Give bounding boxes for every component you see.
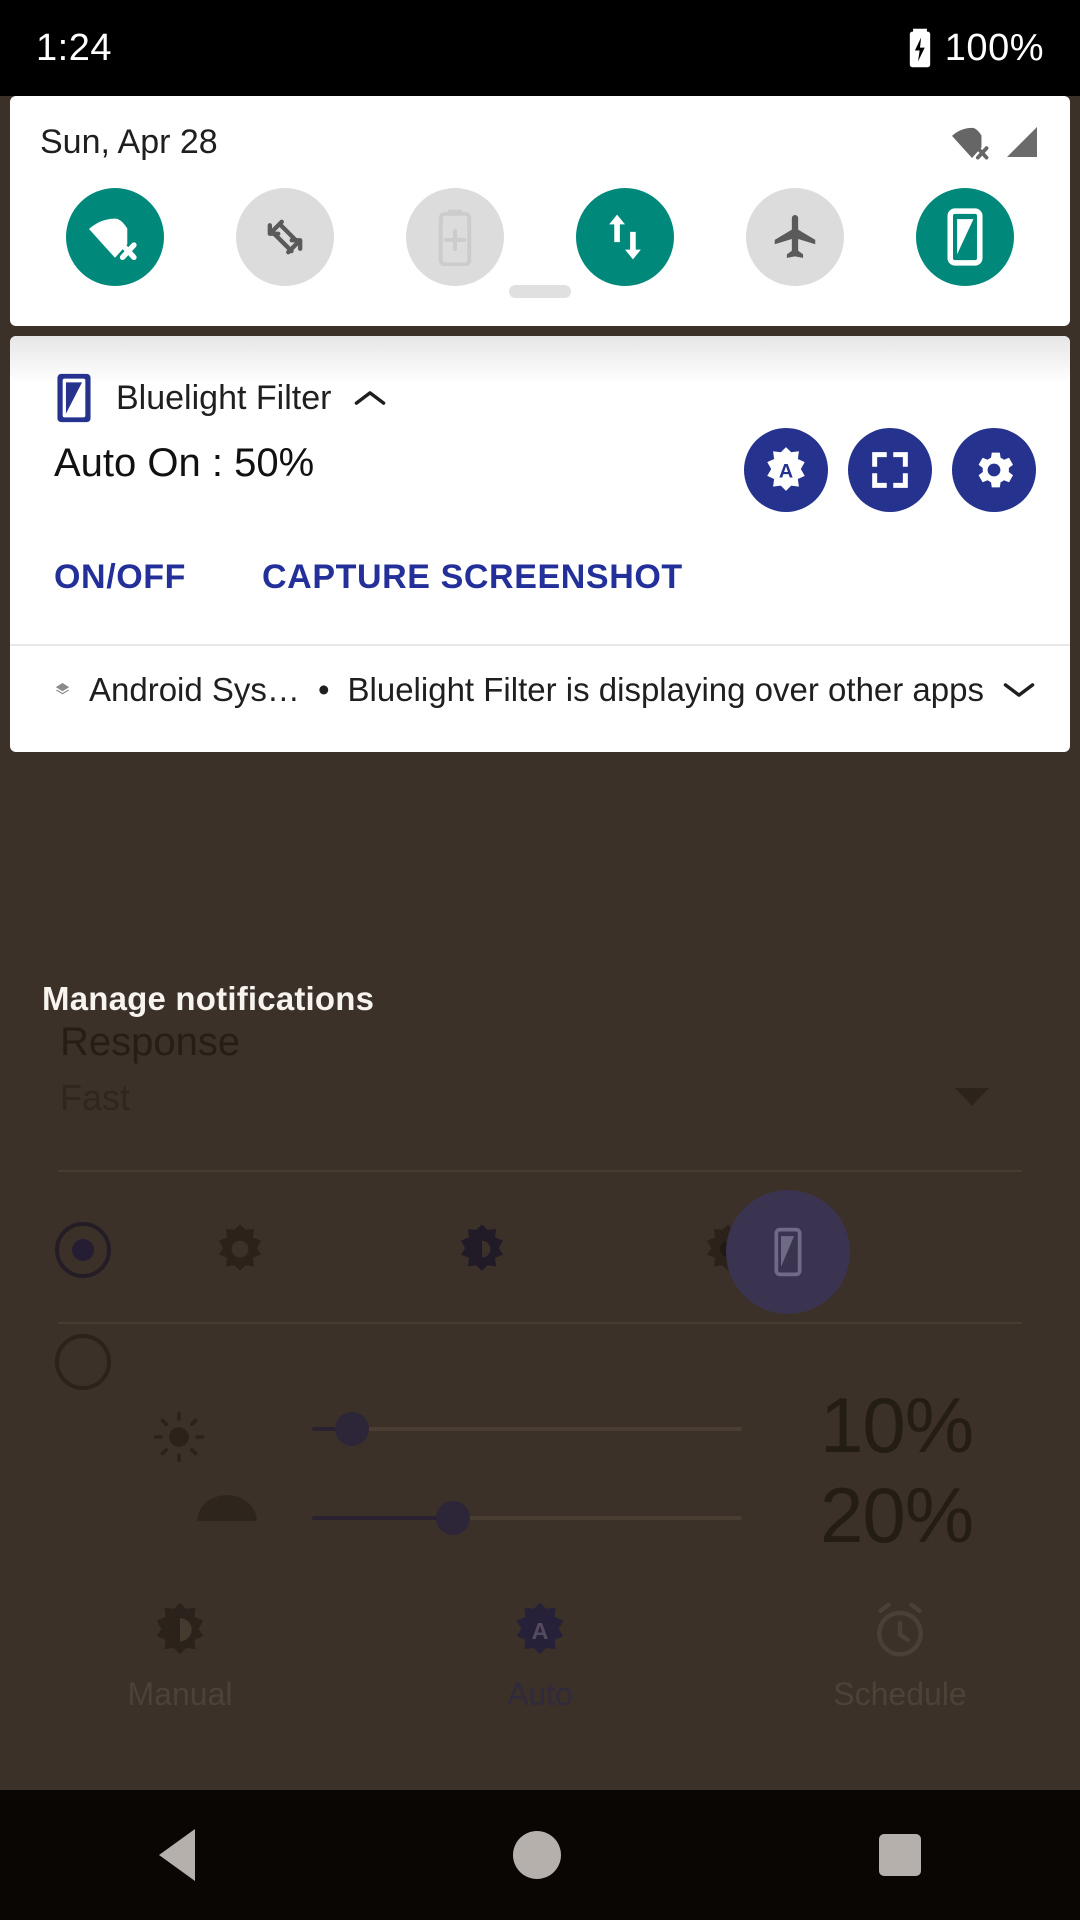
filter-intensity-value: 20%: [820, 1471, 974, 1559]
notification-footer-message: Bluelight Filter is displaying over othe…: [347, 671, 985, 708]
tile-wifi[interactable]: [66, 188, 164, 286]
layers-icon: [55, 683, 70, 695]
airplane-icon: [774, 214, 816, 258]
notification-footer[interactable]: Android Sys… • Bluelight Filter is displ…: [54, 668, 1036, 712]
auto-brightness-icon: A: [516, 1602, 564, 1655]
notification-actions: ON/OFF CAPTURE SCREENSHOT: [54, 558, 683, 597]
on-off-button[interactable]: ON/OFF: [54, 558, 186, 597]
status-bar: 1:24 100%: [0, 0, 1080, 96]
brightness-slider[interactable]: [312, 1427, 742, 1431]
status-bar-clock: 1:24: [36, 26, 112, 69]
notification-footer-app: Android Sys…: [89, 671, 300, 708]
manage-notifications-label[interactable]: Manage notifications: [42, 980, 374, 1018]
data-transfer-icon: [609, 214, 641, 260]
tab-auto[interactable]: A Auto: [360, 1600, 720, 1713]
svg-text:A: A: [532, 1618, 549, 1644]
capture-screenshot-button[interactable]: CAPTURE SCREENSHOT: [262, 558, 683, 597]
tab-manual-label: Manual: [127, 1676, 233, 1712]
phone-filter-icon: [947, 208, 983, 266]
divider: [58, 1170, 1022, 1172]
auto-rotate-icon: [267, 219, 303, 255]
cloud-icon: [185, 1458, 269, 1547]
notification-card: Bluelight Filter Auto On : 50% A ON/OFF …: [10, 336, 1070, 752]
brightness-value: 10%: [820, 1381, 974, 1469]
notification-body: Auto On : 50%: [54, 441, 314, 486]
tab-auto-label: Auto: [507, 1676, 573, 1712]
tile-auto-rotate[interactable]: [236, 188, 334, 286]
filter-intensity-slider-fill: [312, 1516, 448, 1520]
battery-percent: 100%: [944, 26, 1044, 69]
brightness-low-icon[interactable]: [212, 1222, 268, 1283]
cell-signal-icon: [1007, 127, 1037, 157]
tile-bluelight-filter[interactable]: [916, 188, 1014, 286]
battery-plus-icon: [438, 209, 472, 266]
radio-dot: [72, 1239, 94, 1261]
notification-app-name: Bluelight Filter: [116, 378, 332, 417]
alarm-clock-icon: [877, 1602, 923, 1657]
contrast-icon: [156, 1602, 204, 1655]
svg-text:A: A: [779, 461, 793, 483]
notification-status-text: Auto On : 50%: [54, 441, 315, 485]
back-icon[interactable]: [159, 1829, 195, 1881]
chevron-down-icon[interactable]: [1002, 679, 1036, 701]
filter-mode-radio-2[interactable]: [55, 1334, 111, 1390]
caret-down-icon[interactable]: [955, 1088, 989, 1106]
gear-icon: [978, 452, 1013, 488]
filter-mode-radio-1[interactable]: [55, 1222, 111, 1278]
contrast-icon[interactable]: [454, 1222, 510, 1283]
battery-charging-icon: [909, 28, 930, 68]
tab-manual[interactable]: Manual: [0, 1600, 360, 1713]
crop-frame-icon: [872, 452, 908, 488]
quick-settings-status-icons: [950, 122, 1042, 162]
bluelight-toggle-fab[interactable]: [726, 1190, 850, 1314]
wifi-off-icon: [89, 218, 137, 261]
divider: [10, 644, 1070, 646]
brightness-slider-thumb[interactable]: [335, 1412, 369, 1446]
tile-airplane-mode[interactable]: [746, 188, 844, 286]
quick-settings-tiles: [10, 188, 1070, 286]
tab-schedule[interactable]: Schedule: [720, 1600, 1080, 1713]
recents-icon[interactable]: [879, 1834, 921, 1876]
response-label: Response: [60, 1020, 241, 1064]
notification-quick-actions: A: [744, 428, 1036, 512]
tab-schedule-label: Schedule: [833, 1676, 967, 1712]
divider: [58, 1322, 1022, 1324]
wifi-off-icon: [952, 127, 989, 160]
auto-brightness-icon: A: [767, 447, 805, 491]
settings-button[interactable]: [952, 428, 1036, 512]
tile-mobile-data[interactable]: [576, 188, 674, 286]
capture-screenshot-icon-button[interactable]: [848, 428, 932, 512]
notification-header[interactable]: Bluelight Filter: [54, 372, 387, 424]
quick-settings-panel: Sun, Apr 28: [10, 96, 1070, 326]
android-screen: Response Fast 10% 20% Manual A Auto Sche…: [0, 0, 1080, 1920]
quick-settings-date: Sun, Apr 28: [40, 122, 218, 161]
tile-battery-saver[interactable]: [406, 188, 504, 286]
quick-settings-header: Sun, Apr 28: [10, 96, 1070, 188]
navigation-bar: [0, 1790, 1080, 1920]
auto-mode-button[interactable]: A: [744, 428, 828, 512]
notification-footer-separator: •: [317, 671, 330, 708]
quick-settings-drag-handle[interactable]: [509, 285, 571, 298]
response-value[interactable]: Fast: [60, 1077, 130, 1119]
phone-filter-icon: [774, 1227, 802, 1277]
home-icon[interactable]: [513, 1831, 561, 1879]
bluelight-filter-icon: [57, 373, 91, 423]
filter-intensity-slider-thumb[interactable]: [436, 1501, 470, 1535]
chevron-up-icon[interactable]: [353, 387, 387, 409]
